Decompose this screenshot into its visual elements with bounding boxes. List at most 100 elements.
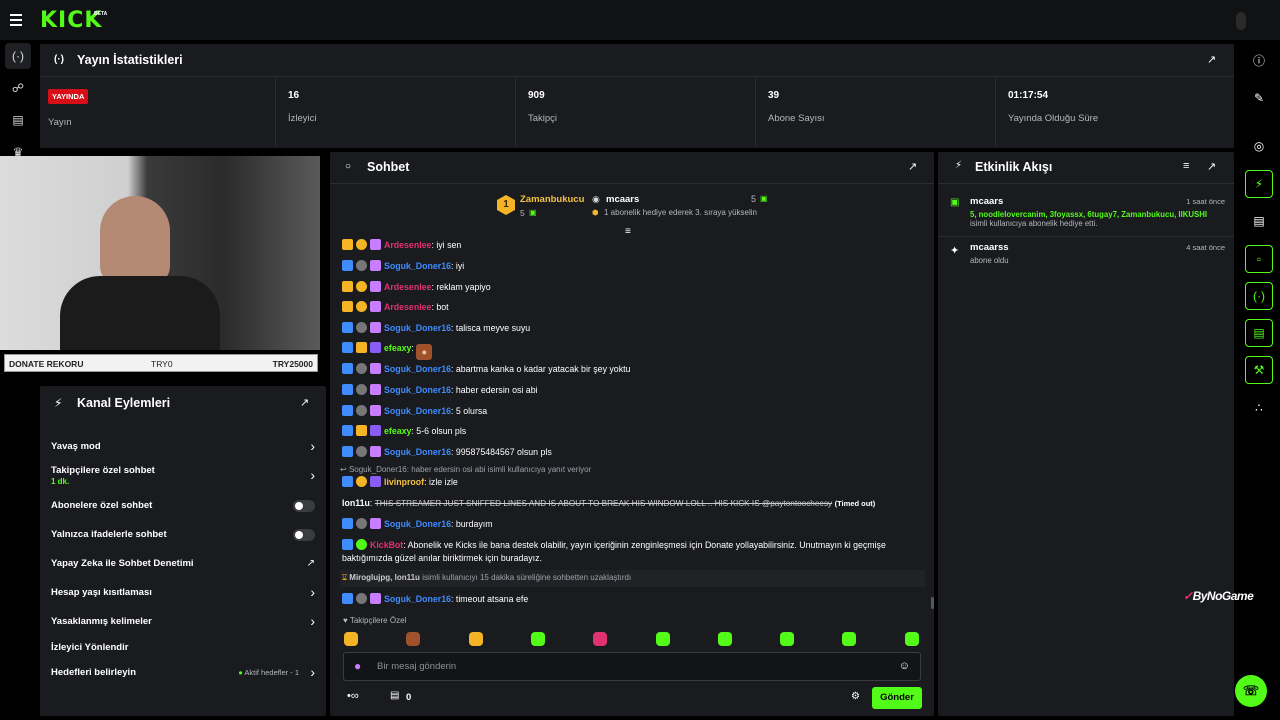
chat-message[interactable]: efeaxy: ● <box>342 342 922 360</box>
emote-button[interactable] <box>468 632 483 646</box>
account-age-row[interactable]: Hesap yaşı kısıtlaması › <box>51 584 321 600</box>
followers-emotes-text: Takipçilere Özel <box>349 616 407 625</box>
gear-icon[interactable]: ⚙ <box>851 691 860 702</box>
sub-badge-icon <box>370 384 381 395</box>
gift-icon: ▣ <box>950 197 960 208</box>
chat-message[interactable]: efeaxy: 5-6 olsun pls <box>342 425 922 438</box>
chat-message[interactable]: Soguk_Doner16: iyi <box>342 260 922 273</box>
stat-viewers: 16 İzleyici <box>288 78 516 146</box>
info-icon[interactable]: ⓘ <box>1245 46 1273 74</box>
wrench-icon[interactable]: ⚒ <box>1245 356 1273 384</box>
chat-username[interactable]: efeaxy <box>384 343 411 353</box>
emoji-icon[interactable]: ☺ <box>899 660 910 672</box>
emote-button[interactable] <box>530 632 545 646</box>
emote-button[interactable] <box>406 632 421 646</box>
send-button[interactable]: Gönder <box>872 687 922 709</box>
microphone-icon[interactable]: ● <box>354 659 361 673</box>
chat-username[interactable]: Soguk_Doner16 <box>384 406 451 416</box>
chat-message[interactable]: Soguk_Doner16: burdayım <box>342 518 922 531</box>
actions-panel-icon[interactable]: ▤ <box>1245 319 1273 347</box>
chat-username[interactable]: Ardesenlee <box>384 282 431 292</box>
chat-username[interactable]: Soguk_Doner16 <box>384 323 451 333</box>
event-item[interactable]: mcaarss 4 saat önce abone oldu <box>970 242 1225 265</box>
pencil-icon[interactable]: ✎ <box>1245 84 1273 112</box>
emote-button[interactable] <box>655 632 670 646</box>
emote-button[interactable] <box>717 632 732 646</box>
chat-username[interactable]: efeaxy <box>384 426 411 436</box>
chat-message[interactable]: Ardesenlee: reklam yapiyo <box>342 281 922 294</box>
chat-input-box[interactable]: ● Bir mesaj gönderin ☺ <box>343 652 921 681</box>
chat-message[interactable]: livinproof: izle izle <box>342 476 922 489</box>
followers-only-row[interactable]: Takipçilere özel sohbet 1 dk. › <box>51 465 321 486</box>
popout-icon[interactable]: ↗ <box>1207 160 1216 173</box>
chat-message[interactable]: Soguk_Doner16: talisca meyve suyu <box>342 322 922 335</box>
gift-event-user[interactable]: mcaars <box>606 194 639 205</box>
top-gifter-name[interactable]: Zamanbukucu <box>520 194 584 205</box>
chat-message[interactable]: Soguk_Doner16: haber edersin osi abi <box>342 384 922 397</box>
emote-only-toggle[interactable] <box>293 529 315 541</box>
chat-username[interactable]: Soguk_Doner16 <box>384 364 451 374</box>
event-item[interactable]: mcaars 1 saat önce 5, noodlelovercanim, … <box>970 196 1225 228</box>
streamer-figure <box>100 196 170 286</box>
level-badge-icon <box>356 405 367 416</box>
banned-words-row[interactable]: Yasaklanmış kelimeler › <box>51 613 321 629</box>
link-icon[interactable]: ☍ <box>5 75 31 101</box>
chat-message[interactable]: Soguk_Doner16: 995875484567 olsun pls <box>342 446 922 459</box>
raid-row[interactable]: İzleyici Yönlendir <box>51 642 321 653</box>
goals-row[interactable]: Hedefleri belirleyin ● Aktif hedefler - 1… <box>51 664 321 680</box>
chat-username[interactable]: lon11u <box>342 498 370 508</box>
chat-username[interactable]: Soguk_Doner16 <box>384 594 451 604</box>
kicks-icon[interactable]: •∞ <box>347 690 359 702</box>
chat-username[interactable]: Soguk_Doner16 <box>384 519 451 529</box>
chat-message[interactable]: Ardesenlee: bot <box>342 301 922 314</box>
chat-username[interactable]: Ardesenlee <box>384 302 431 312</box>
ai-moderation-row[interactable]: Yapay Zeka ile Sohbet Denetimi ↗ <box>51 558 321 569</box>
broadcast-panel-icon[interactable]: (·) <box>1245 282 1273 310</box>
support-chat-icon[interactable]: ☏ <box>1235 675 1267 707</box>
apps-icon[interactable]: ∴ <box>1245 394 1273 422</box>
collapse-pinned-icon[interactable]: ≡ <box>625 226 631 237</box>
chat-username[interactable]: Soguk_Doner16 <box>384 385 451 395</box>
chat-username[interactable]: Ardesenlee <box>384 240 431 250</box>
popout-icon[interactable]: ↗ <box>300 396 309 409</box>
emote-button[interactable] <box>904 632 919 646</box>
user-avatar[interactable] <box>1236 12 1246 30</box>
action-label: Hesap yaşı kısıtlaması <box>51 587 152 598</box>
emote-button[interactable] <box>593 632 608 646</box>
chat-text: timeout atsana efe <box>455 594 529 604</box>
bolt-panel-icon[interactable]: ⚡︎ <box>1245 170 1273 198</box>
chat-scrollbar[interactable] <box>931 597 934 609</box>
popout-icon[interactable]: ↗ <box>908 160 917 173</box>
menu-icon[interactable] <box>10 12 30 28</box>
document-icon[interactable]: ▤ <box>1245 207 1273 235</box>
stream-preview[interactable] <box>0 156 320 350</box>
gift-box-icon[interactable]: ▤ <box>390 690 399 701</box>
chat-message-timedout[interactable]: lon11u: THIS STREAMER JUST SNIFFED LINES… <box>342 497 922 510</box>
subscribers-only-toggle[interactable] <box>293 500 315 512</box>
top-bar <box>0 0 1280 40</box>
slow-mode-row[interactable]: Yavaş mod › <box>51 438 321 454</box>
chat-message[interactable]: Soguk_Doner16: abartma kanka o kadar yat… <box>342 363 922 376</box>
chat-username[interactable]: Soguk_Doner16 <box>384 261 451 271</box>
emote-only-row: Yalnızca ifadelerle sohbet <box>51 529 321 541</box>
sub-badge-icon <box>370 281 381 292</box>
emote-button[interactable] <box>842 632 857 646</box>
chat-message[interactable]: Soguk_Doner16: timeout atsana efe <box>342 593 922 606</box>
chat-message[interactable]: Soguk_Doner16: 5 olursa <box>342 405 922 418</box>
filter-icon[interactable]: ≡ <box>1183 160 1189 172</box>
chat-message-bot[interactable]: KickBot: Abonelik ve Kicks ile bana dest… <box>342 539 917 565</box>
popout-icon[interactable]: ↗ <box>1207 53 1216 66</box>
emote-button[interactable] <box>344 632 358 646</box>
chat-message[interactable]: Ardesenlee: iyi sen <box>342 239 922 252</box>
level-badge-icon <box>356 446 367 457</box>
chat-text: bot <box>436 302 449 312</box>
streamer-shirt <box>60 276 220 350</box>
chat-username[interactable]: livinproof <box>384 477 424 487</box>
chart-icon[interactable]: ▤ <box>5 107 31 133</box>
chat-username[interactable]: Soguk_Doner16 <box>384 447 451 457</box>
chat-username[interactable]: KickBot <box>370 540 403 550</box>
target-icon[interactable]: ◎ <box>1245 132 1273 160</box>
chat-panel-icon[interactable]: ▫ <box>1245 245 1273 273</box>
emote-button[interactable] <box>780 632 795 646</box>
broadcast-icon[interactable]: (·) <box>5 43 31 69</box>
